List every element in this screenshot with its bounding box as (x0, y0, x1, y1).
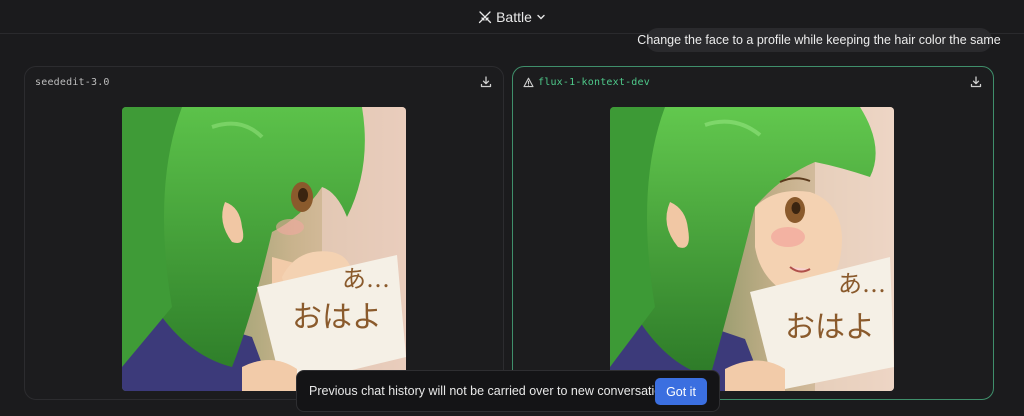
got-it-button[interactable]: Got it (655, 378, 707, 405)
swords-icon (478, 10, 492, 24)
toast-message: Previous chat history will not be carrie… (309, 384, 675, 398)
panel-header: seededit-3.0 (25, 67, 503, 97)
model-panel-b: flux-1-kontext-dev おはよ あ… (512, 66, 994, 400)
download-icon[interactable] (479, 75, 493, 89)
chevron-down-icon (536, 12, 546, 22)
mode-selector[interactable]: Battle (478, 9, 546, 25)
svg-text:おはよ: おはよ (785, 310, 875, 345)
svg-text:おはよ: おはよ (292, 300, 382, 335)
model-panel-a: seededit-3.0 おはよ あ… (24, 66, 504, 400)
notification-toast: Previous chat history will not be carrie… (296, 370, 720, 412)
prompt-text: Change the face to a profile while keepi… (637, 33, 1001, 47)
mode-label: Battle (496, 8, 532, 25)
user-prompt-bubble: Change the face to a profile while keepi… (637, 28, 1001, 52)
svg-text:あ…: あ… (342, 265, 390, 293)
model-name: seededit-3.0 (35, 76, 110, 88)
generated-image[interactable]: おはよ あ… (610, 107, 894, 391)
warning-triangle-icon (523, 77, 534, 88)
svg-text:あ…: あ… (838, 270, 886, 298)
download-icon[interactable] (969, 75, 983, 89)
generated-image[interactable]: おはよ あ… (122, 107, 406, 391)
model-name: flux-1-kontext-dev (538, 76, 650, 88)
panel-header: flux-1-kontext-dev (513, 67, 993, 97)
